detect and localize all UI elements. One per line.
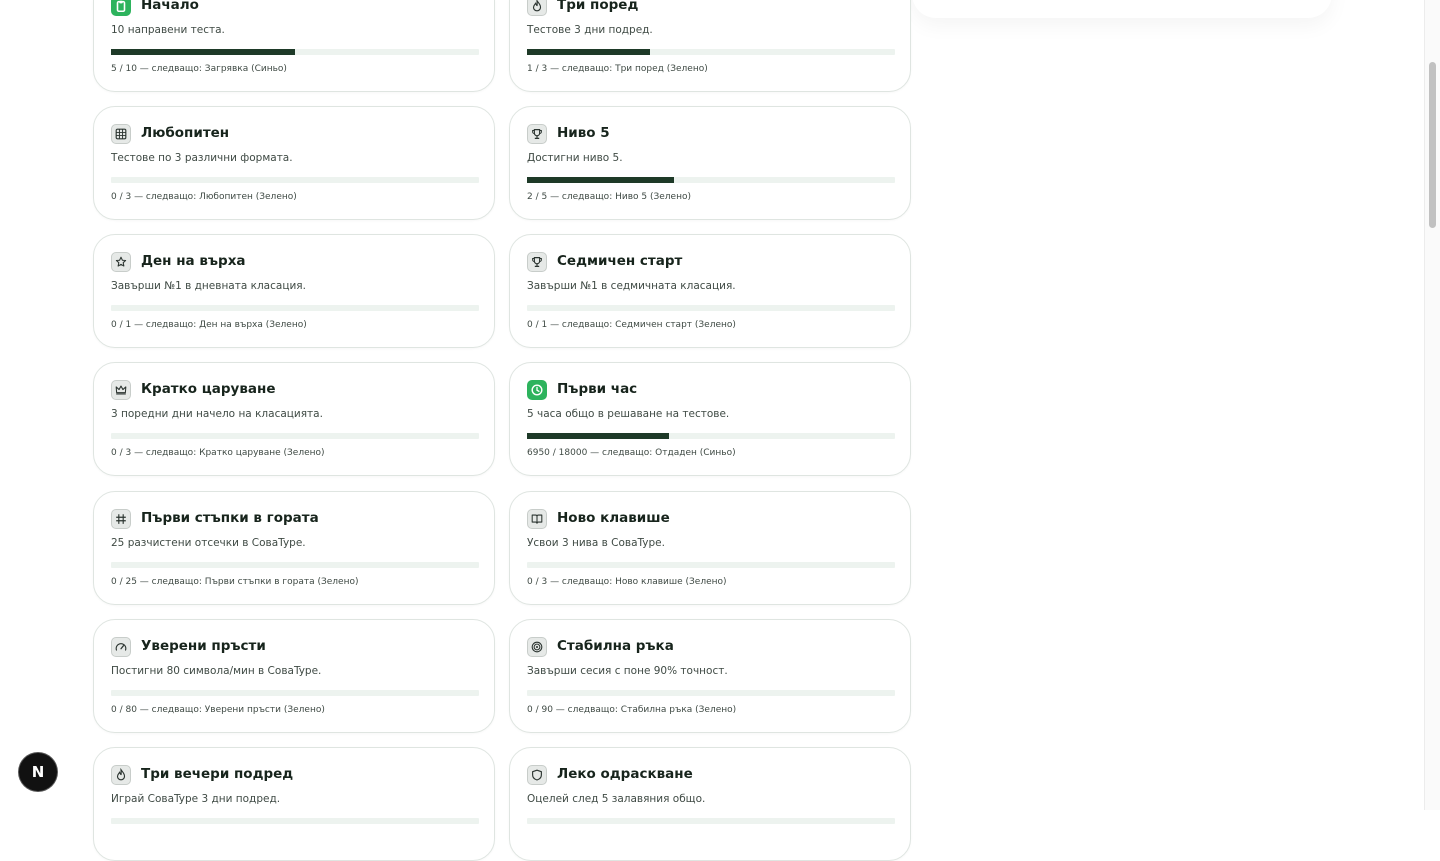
achievement-title: Ниво 5 bbox=[557, 125, 610, 141]
star-icon bbox=[111, 252, 131, 272]
achievement-title: Кратко царуване bbox=[141, 381, 276, 397]
progress-track bbox=[111, 818, 479, 824]
achievement-title: Любопитен bbox=[141, 125, 230, 141]
progress-text: 0 / 25 — следващо: Първи стъпки в гората… bbox=[111, 577, 359, 587]
progress-text: 0 / 3 — следващо: Любопитен (Зелено) bbox=[111, 192, 297, 202]
achievement-description: Усвои 3 нива в СоваType. bbox=[527, 537, 665, 549]
achievement-card[interactable]: Стабилна ръка Завърши сесия с поне 90% т… bbox=[509, 619, 911, 733]
clock-icon bbox=[527, 380, 547, 400]
progress-track bbox=[527, 49, 895, 55]
achievement-description: Достигни ниво 5. bbox=[527, 152, 623, 164]
flame-icon bbox=[111, 765, 131, 785]
achievement-card[interactable]: Три поред Тестове 3 дни подред. 1 / 3 — … bbox=[509, 0, 911, 92]
achievement-title: Три поред bbox=[557, 0, 639, 13]
progress-text: 0 / 1 — следващо: Седмичен старт (Зелено… bbox=[527, 320, 736, 330]
achievement-card[interactable]: Ново клавише Усвои 3 нива в СоваType. 0 … bbox=[509, 491, 911, 605]
achievement-card[interactable]: Три вечери подред Играй СоваType 3 дни п… bbox=[93, 747, 495, 861]
progress-fill bbox=[527, 177, 675, 183]
achievement-grid: Начало 10 направени теста. 5 / 10 — след… bbox=[0, 0, 1420, 861]
achievement-title: Уверени пръсти bbox=[141, 638, 266, 654]
achievement-description: Завърши №1 в дневната класация. bbox=[111, 280, 306, 292]
achievement-card[interactable]: Кратко царуване 3 поредни дни начело на … bbox=[93, 362, 495, 476]
achievement-title: Ден на върха bbox=[141, 253, 246, 269]
achievement-title: Първи час bbox=[557, 381, 638, 397]
clipboard-icon bbox=[111, 0, 131, 16]
progress-text: 5 / 10 — следващо: Загрявка (Синьо) bbox=[111, 64, 287, 74]
progress-track bbox=[111, 562, 479, 568]
achievement-card[interactable]: Начало 10 направени теста. 5 / 10 — след… bbox=[93, 0, 495, 92]
progress-text: 0 / 80 — следващо: Уверени пръсти (Зелен… bbox=[111, 705, 325, 715]
progress-text: 6950 / 18000 — следващо: Отдаден (Синьо) bbox=[527, 448, 736, 458]
trophy-icon bbox=[527, 252, 547, 272]
progress-fill bbox=[111, 49, 295, 55]
achievement-title: Първи стъпки в гората bbox=[141, 510, 319, 526]
flame-icon bbox=[527, 0, 547, 16]
achievement-description: 10 направени теста. bbox=[111, 24, 225, 36]
achievement-card[interactable]: Първи час 5 часа общо в решаване на тест… bbox=[509, 362, 911, 476]
progress-text: 0 / 3 — следващо: Кратко царуване (Зелен… bbox=[111, 448, 325, 458]
achievement-title: Седмичен старт bbox=[557, 253, 683, 269]
scrollbar-thumb[interactable] bbox=[1429, 62, 1436, 228]
achievement-description: Оцелей след 5 залавяния общо. bbox=[527, 793, 706, 805]
target-icon bbox=[527, 637, 547, 657]
progress-track bbox=[527, 690, 895, 696]
achievement-card[interactable]: Ниво 5 Достигни ниво 5. 2 / 5 — следващо… bbox=[509, 106, 911, 220]
achievement-title: Ново клавише bbox=[557, 510, 670, 526]
progress-track bbox=[111, 305, 479, 311]
progress-fill bbox=[527, 433, 670, 439]
book-icon bbox=[527, 509, 547, 529]
progress-text: 0 / 90 — следващо: Стабилна ръка (Зелено… bbox=[527, 705, 737, 715]
achievement-description: 3 поредни дни начело на класацията. bbox=[111, 408, 323, 420]
achievement-description: Завърши №1 в седмичната класация. bbox=[527, 280, 736, 292]
progress-track bbox=[111, 49, 479, 55]
progress-fill bbox=[527, 49, 650, 55]
achievement-card[interactable]: Първи стъпки в гората 25 разчистени отсе… bbox=[93, 491, 495, 605]
progress-track bbox=[527, 177, 895, 183]
progress-track bbox=[527, 818, 895, 824]
achievement-description: Постигни 80 символа/мин в СоваType. bbox=[111, 665, 322, 677]
progress-track bbox=[527, 305, 895, 311]
achievement-description: Завърши сесия с поне 90% точност. bbox=[527, 665, 728, 677]
achievement-card[interactable]: Любопитен Тестове по 3 различни формата.… bbox=[93, 106, 495, 220]
achievement-description: 5 часа общо в решаване на тестове. bbox=[527, 408, 730, 420]
hash-icon bbox=[111, 509, 131, 529]
vertical-scrollbar[interactable] bbox=[1424, 0, 1440, 810]
progress-track bbox=[111, 433, 479, 439]
achievement-card[interactable]: Седмичен старт Завърши №1 в седмичната к… bbox=[509, 234, 911, 348]
achievement-description: Играй СоваType 3 дни подред. bbox=[111, 793, 281, 805]
achievement-card[interactable]: Ден на върха Завърши №1 в дневната класа… bbox=[93, 234, 495, 348]
grid-icon bbox=[111, 124, 131, 144]
achievement-description: Тестове по 3 различни формата. bbox=[111, 152, 293, 164]
framework-badge-button[interactable]: N bbox=[19, 753, 57, 791]
achievement-title: Начало bbox=[141, 0, 199, 13]
progress-text: 2 / 5 — следващо: Ниво 5 (Зелено) bbox=[527, 192, 691, 202]
trophy-icon bbox=[527, 124, 547, 144]
progress-text: 1 / 3 — следващо: Три поред (Зелено) bbox=[527, 64, 708, 74]
achievement-title: Леко одраскване bbox=[557, 766, 693, 782]
achievement-description: Тестове 3 дни подред. bbox=[527, 24, 653, 36]
progress-text: 0 / 3 — следващо: Ново клавише (Зелено) bbox=[527, 577, 727, 587]
gauge-icon bbox=[111, 637, 131, 657]
achievement-title: Три вечери подред bbox=[141, 766, 294, 782]
achievement-description: 25 разчистени отсечки в СоваType. bbox=[111, 537, 306, 549]
achievement-title: Стабилна ръка bbox=[557, 638, 674, 654]
progress-text: 0 / 1 — следващо: Ден на върха (Зелено) bbox=[111, 320, 307, 330]
shield-icon bbox=[527, 765, 547, 785]
crown-icon bbox=[111, 380, 131, 400]
achievement-card[interactable]: Леко одраскване Оцелей след 5 залавяния … bbox=[509, 747, 911, 861]
progress-track bbox=[527, 562, 895, 568]
progress-track bbox=[111, 690, 479, 696]
achievement-card[interactable]: Уверени пръсти Постигни 80 символа/мин в… bbox=[93, 619, 495, 733]
progress-track bbox=[527, 433, 895, 439]
progress-track bbox=[111, 177, 479, 183]
